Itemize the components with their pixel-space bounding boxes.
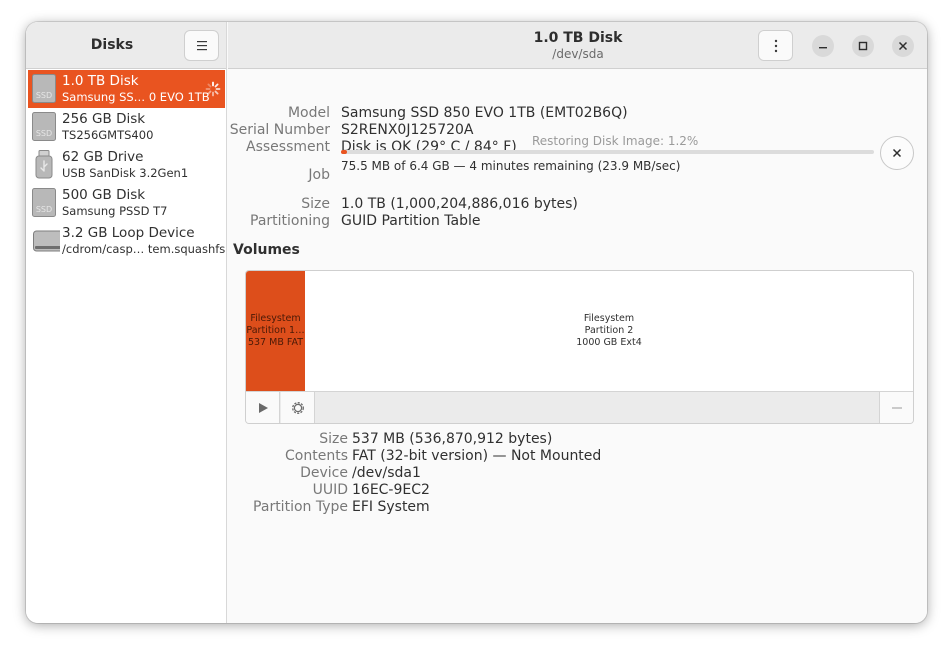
delete-partition-button[interactable] <box>879 392 913 423</box>
size-label: Size <box>301 196 330 212</box>
maximize-icon <box>858 41 868 51</box>
loop-device-icon <box>33 230 60 252</box>
partition-type-value: EFI System <box>352 499 430 515</box>
model-label: Model <box>287 105 330 121</box>
model-value: Samsung SSD 850 EVO 1TB (EMT02B6Q) <box>341 105 628 121</box>
device-value: /dev/sda1 <box>352 465 421 481</box>
disk-name: 256 GB Disk <box>62 111 146 127</box>
uuid-label: UUID <box>312 482 348 498</box>
volumes-graph: Filesystem Partition 1… 537 MB FAT Files… <box>245 270 914 424</box>
disk-item-62gb[interactable]: 62 GB Drive USB SanDisk 3.2Gen1 <box>28 146 225 184</box>
job-label: Job <box>308 167 330 183</box>
size-value: 1.0 TB (1,000,204,886,016 bytes) <box>341 196 578 212</box>
disk-list: SSD 1.0 TB Disk Samsung SS… 0 EVO 1TB SS… <box>26 70 227 260</box>
disk-menu-button[interactable] <box>758 30 793 61</box>
contents-value: FAT (32-bit version) — Not Mounted <box>352 448 602 464</box>
ssd-icon-text: SSD <box>36 91 52 100</box>
partition-settings-button[interactable] <box>281 392 315 423</box>
job-caption: Restoring Disk Image: 1.2% <box>532 134 699 148</box>
partition-1-line2: Partition 1… <box>246 325 305 336</box>
ssd-icon: SSD <box>32 188 56 217</box>
disk-item-loop[interactable]: 3.2 GB Loop Device /cdrom/casp… tem.squa… <box>28 222 225 260</box>
disk-item-500gb[interactable]: SSD 500 GB Disk Samsung PSSD T7 <box>28 184 225 222</box>
volumes-toolbar <box>246 391 913 423</box>
disk-subtitle: TS256GMTS400 <box>62 128 154 142</box>
assessment-label: Assessment <box>246 139 330 155</box>
disk-subtitle: Samsung PSSD T7 <box>62 204 168 218</box>
job-detail: 75.5 MB of 6.4 GB — 4 minutes remaining … <box>341 159 681 173</box>
disk-details: Model Samsung SSD 850 EVO 1TB (EMT02B6Q)… <box>228 70 927 623</box>
spinner-icon <box>205 81 221 97</box>
partitioning-label: Partitioning <box>250 213 330 229</box>
device-label: Device <box>300 465 348 481</box>
serial-value: S2RENX0J125720A <box>341 122 474 138</box>
disk-subtitle: /cdrom/casp… tem.squashfs <box>62 242 226 256</box>
disk-subtitle: Samsung SS… 0 EVO 1TB <box>62 90 210 104</box>
ssd-icon: SSD <box>32 112 56 141</box>
disk-subtitle: USB SanDisk 3.2Gen1 <box>62 166 189 180</box>
close-icon <box>898 41 908 51</box>
maximize-button[interactable] <box>852 35 874 57</box>
disk-item-1tb[interactable]: SSD 1.0 TB Disk Samsung SS… 0 EVO 1TB <box>28 70 225 108</box>
usb-drive-icon <box>35 150 53 179</box>
sidebar-header: Disks <box>26 22 226 69</box>
disk-name: 62 GB Drive <box>62 149 144 165</box>
partition-1-block[interactable]: Filesystem Partition 1… 537 MB FAT <box>246 271 305 391</box>
disk-name: 1.0 TB Disk <box>62 73 139 89</box>
minimize-icon <box>819 47 827 49</box>
play-icon <box>258 403 268 413</box>
hamburger-menu-icon <box>196 41 207 51</box>
partition-2-line1: Filesystem <box>583 313 635 324</box>
cancel-job-button[interactable] <box>880 136 914 170</box>
serial-label: Serial Number <box>229 122 330 138</box>
uuid-value: 16EC-9EC2 <box>352 482 430 498</box>
hamburger-menu-button[interactable] <box>184 30 219 61</box>
disk-name: 3.2 GB Loop Device <box>62 225 195 241</box>
job-progress-fill <box>341 150 348 154</box>
partition-size-value: 537 MB (536,870,912 bytes) <box>352 431 553 447</box>
job-progress-bar <box>341 150 874 154</box>
sidebar: Disks SSD 1.0 TB Disk Samsung SS… 0 EVO … <box>26 22 227 623</box>
contents-label: Contents <box>285 448 348 464</box>
close-icon <box>892 148 902 158</box>
ssd-icon-text: SSD <box>36 205 52 214</box>
partitioning-value: GUID Partition Table <box>341 213 481 229</box>
gear-icon <box>291 402 304 414</box>
disk-item-256gb[interactable]: SSD 256 GB Disk TS256GMTS400 <box>28 108 225 146</box>
sidebar-title: Disks <box>90 37 134 53</box>
partition-type-label: Partition Type <box>253 499 348 515</box>
minus-icon <box>891 407 902 409</box>
ssd-icon: SSD <box>32 74 56 103</box>
kebab-menu-icon <box>774 39 777 52</box>
minimize-button[interactable] <box>812 35 834 57</box>
ssd-icon-text: SSD <box>36 129 52 138</box>
partition-2-line2: Partition 2 <box>584 325 634 336</box>
partition-1-line3: 537 MB FAT <box>247 337 304 348</box>
disk-name: 500 GB Disk <box>62 187 146 203</box>
disks-window: Disks SSD 1.0 TB Disk Samsung SS… 0 EVO … <box>26 22 927 623</box>
volumes-title: Volumes <box>233 242 300 258</box>
mount-button[interactable] <box>246 392 280 423</box>
partition-size-label: Size <box>319 431 348 447</box>
main-header: 1.0 TB Disk /dev/sda <box>228 22 927 69</box>
partition-1-line1: Filesystem <box>250 313 301 324</box>
close-button[interactable] <box>892 35 914 57</box>
partition-2-block[interactable]: Filesystem Partition 2 1000 GB Ext4 <box>305 271 913 391</box>
partition-2-line3: 1000 GB Ext4 <box>576 337 642 348</box>
